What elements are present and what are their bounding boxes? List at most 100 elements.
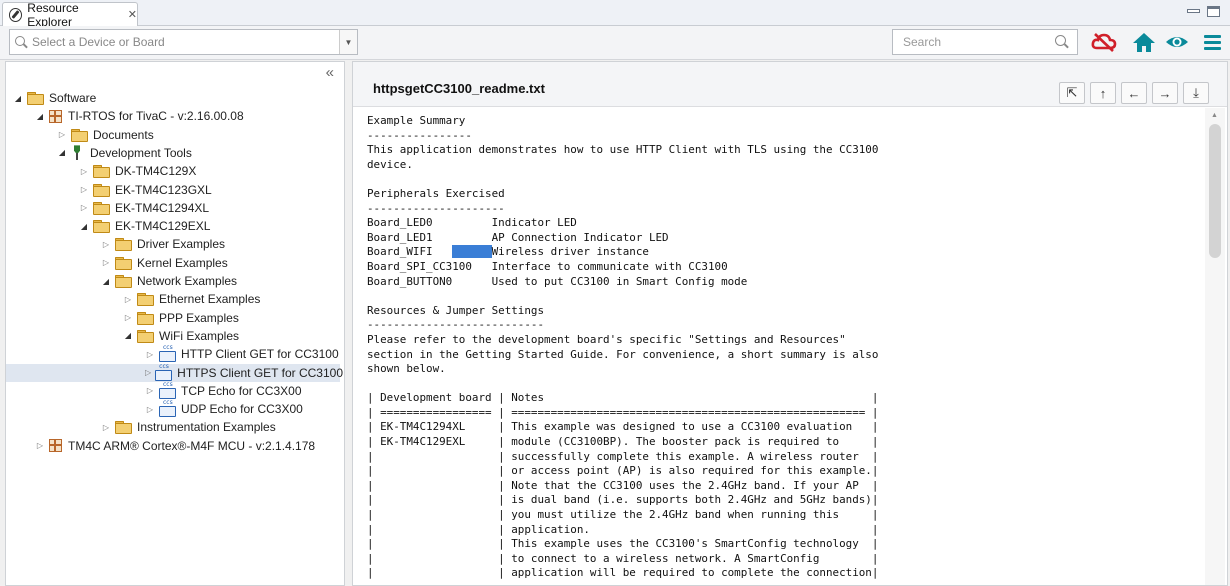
tree-item-label: EK-TM4C129EXL	[115, 219, 211, 234]
collapsed-arrow-icon[interactable]: ▷	[35, 441, 45, 450]
home-icon[interactable]	[1131, 30, 1157, 54]
document-body[interactable]: Example Summary ---------------- This appl…	[353, 108, 1203, 585]
folder-icon	[137, 329, 154, 343]
download-icon[interactable]: ⤓	[1183, 82, 1209, 104]
tree-item[interactable]: ▷ Ethernet Examples	[6, 290, 340, 308]
collapsed-arrow-icon[interactable]: ▷	[101, 240, 111, 249]
text-line: device.	[367, 157, 413, 171]
collapsed-arrow-icon[interactable]: ▷	[101, 423, 111, 432]
open-external-icon[interactable]: ⇱	[1059, 82, 1085, 104]
tree-item-label: Documents	[93, 127, 154, 142]
text-line	[367, 172, 878, 187]
arrow-left-icon[interactable]: ←	[1121, 82, 1147, 104]
text-line: ---------------------	[367, 201, 505, 215]
tree-item-label: TCP Echo for CC3X00	[181, 383, 302, 398]
tree-item[interactable]: ▷ TM4C ARM® Cortex®-M4F MCU - v:2.1.4.178	[6, 437, 340, 455]
collapsed-arrow-icon[interactable]: ▷	[145, 350, 155, 359]
folder-icon	[93, 220, 110, 234]
vertical-scrollbar[interactable]: ▲	[1205, 108, 1225, 585]
ccs-project-icon	[155, 363, 173, 381]
document-panel: httpsgetCC3100_readme.txt ⇱ ↑ ← → ⤓ Exam…	[352, 61, 1228, 586]
scrollbar-thumb[interactable]	[1209, 124, 1221, 258]
text-line: | | you must utilize the 2.4GHz band whe…	[367, 508, 879, 522]
tools-icon	[71, 145, 83, 161]
tree-item[interactable]: ◢ Software	[6, 89, 340, 107]
tree-item-label: WiFi Examples	[159, 328, 240, 343]
collapsed-arrow-icon[interactable]: ▷	[145, 368, 151, 377]
tree-item[interactable]: ▷ Kernel Examples	[6, 254, 340, 272]
tree-item[interactable]: ▷ Documents	[6, 126, 340, 144]
expanded-arrow-icon[interactable]: ◢	[79, 222, 89, 231]
expanded-arrow-icon[interactable]: ◢	[101, 277, 111, 286]
tree-item[interactable]: ◢ WiFi Examples	[6, 327, 340, 345]
ccs-project-icon	[159, 344, 176, 363]
tree-item[interactable]: ▷ Driver Examples	[6, 235, 340, 253]
text-line: | | to connect to a wireless network. A …	[367, 551, 879, 565]
collapsed-arrow-icon[interactable]: ▷	[123, 295, 133, 304]
tree-item-label: Development Tools	[90, 145, 192, 160]
collapsed-arrow-icon[interactable]: ▷	[101, 258, 111, 267]
text-line	[367, 377, 878, 392]
tree-item[interactable]: ▷ UDP Echo for CC3X00	[6, 399, 340, 418]
chevron-down-icon[interactable]: ▼	[339, 30, 357, 54]
tree-item[interactable]: ▷ HTTP Client GET for CC3100	[6, 344, 340, 363]
collapsed-arrow-icon[interactable]: ▷	[123, 313, 133, 322]
collapsed-arrow-icon[interactable]: ▷	[79, 185, 89, 194]
tree-item[interactable]: ◢ Development Tools	[6, 144, 340, 162]
text-line: Board_BUTTON0 Used to put CC3100 in Smar…	[367, 274, 748, 288]
tree-item[interactable]: ▷ PPP Examples	[6, 309, 340, 327]
text-line: Board_LED0 Indicator LED	[367, 216, 577, 230]
arrow-up-icon[interactable]: ↑	[1090, 82, 1116, 104]
tree-item[interactable]: ◢ Network Examples	[6, 272, 340, 290]
collapse-panel-icon[interactable]: «	[326, 64, 334, 81]
collapsed-arrow-icon[interactable]: ▷	[145, 405, 155, 414]
hamburger-menu-icon[interactable]	[1201, 30, 1227, 54]
folder-icon	[115, 275, 132, 288]
expanded-arrow-icon[interactable]: ◢	[57, 148, 67, 157]
minimize-icon[interactable]	[1187, 9, 1200, 13]
text-line: | | successfully complete this example. …	[367, 449, 879, 463]
tree-item[interactable]: ◢ EK-TM4C129EXL	[6, 217, 340, 235]
tree-item[interactable]: ▷ Instrumentation Examples	[6, 418, 340, 436]
expanded-arrow-icon[interactable]: ◢	[35, 112, 45, 121]
text-line: Board_WIFI Wireless driver instance	[367, 245, 649, 259]
device-board-selector[interactable]: Select a Device or Board ▼	[9, 29, 358, 55]
text-line: | | application. |	[367, 522, 879, 536]
collapsed-arrow-icon[interactable]: ▷	[57, 130, 67, 139]
text-line: This application demonstrates how to use…	[367, 143, 879, 157]
tree-item-label: HTTPS Client GET for CC3100	[177, 365, 343, 380]
expanded-arrow-icon[interactable]: ◢	[13, 94, 23, 103]
tree-item[interactable]: ▷ TCP Echo for CC3X00	[6, 381, 340, 400]
tree-item[interactable]: ◢ TI-RTOS for TivaC - v:2.16.00.08	[6, 107, 340, 125]
tree-item-label: EK-TM4C1294XL	[115, 200, 210, 215]
readme-text: Example Summary ---------------- This appl…	[367, 114, 878, 581]
cloud-offline-icon[interactable]	[1091, 30, 1117, 54]
close-tab-icon[interactable]: ✕	[128, 8, 137, 21]
search-icon[interactable]	[1055, 35, 1069, 49]
maximize-icon[interactable]	[1207, 6, 1220, 17]
text-line: section in the Getting Started Guide. Fo…	[367, 347, 879, 361]
tree-item-label: EK-TM4C123GXL	[115, 182, 212, 197]
expanded-arrow-icon[interactable]: ◢	[123, 331, 133, 340]
folder-icon	[115, 421, 132, 435]
tree-item[interactable]: ▷ HTTPS Client GET for CC3100	[6, 363, 343, 382]
tree-item[interactable]: ▷ EK-TM4C1294XL	[6, 199, 340, 217]
tree-item-label: PPP Examples	[159, 310, 239, 325]
tree-item[interactable]: ▷ DK-TM4C129X	[6, 162, 340, 180]
text-line: ----------------	[367, 128, 472, 142]
arrow-right-icon[interactable]: →	[1152, 82, 1178, 104]
search-input[interactable]: Search	[892, 29, 1078, 55]
eye-icon[interactable]	[1164, 30, 1190, 54]
tree-item[interactable]: ▷ EK-TM4C123GXL	[6, 181, 340, 199]
scroll-up-icon[interactable]: ▲	[1211, 112, 1218, 119]
collapsed-arrow-icon[interactable]: ▷	[79, 167, 89, 176]
resource-explorer-tab[interactable]: Resource Explorer ✕	[2, 1, 138, 29]
collapsed-arrow-icon[interactable]: ▷	[145, 386, 155, 395]
text-line: | EK-TM4C1294XL | This example was desig…	[367, 420, 879, 434]
package-icon	[49, 439, 62, 453]
package-icon	[49, 109, 62, 123]
collapsed-arrow-icon[interactable]: ▷	[79, 203, 89, 212]
text-line: | EK-TM4C129EXL | module (CC3100BP). The…	[367, 435, 879, 449]
folder-icon	[71, 128, 88, 142]
folder-icon	[93, 201, 110, 215]
